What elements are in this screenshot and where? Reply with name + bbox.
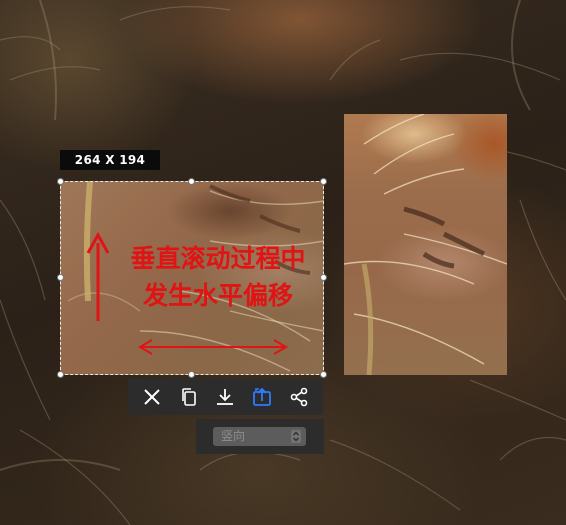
copy-icon xyxy=(182,388,196,406)
resize-handle-top-left[interactable] xyxy=(57,178,64,185)
resize-handle-bottom-right[interactable] xyxy=(320,371,327,378)
share-icon xyxy=(290,387,307,407)
annotation-text-line1: 垂直滚动过程中 xyxy=(130,244,306,273)
preview-fur-image xyxy=(344,114,507,375)
resize-handle-top-right[interactable] xyxy=(320,178,327,185)
resize-handle-left[interactable] xyxy=(57,274,64,281)
selection-size-label: 264 X 194 xyxy=(60,150,160,170)
download-icon xyxy=(217,389,234,405)
scroll-direction-select[interactable]: 竖向 xyxy=(213,427,306,446)
resize-handle-right[interactable] xyxy=(320,274,327,281)
scroll-capture-preview xyxy=(344,114,507,375)
close-icon xyxy=(144,389,161,405)
download-button[interactable] xyxy=(212,384,238,410)
copy-button[interactable] xyxy=(176,384,202,410)
share-button[interactable] xyxy=(286,384,312,410)
resize-handle-bottom[interactable] xyxy=(188,371,195,378)
close-button[interactable] xyxy=(139,384,165,410)
scroll-direction-panel: 竖向 xyxy=(196,419,324,454)
annotation-text-line2: 发生水平偏移 xyxy=(142,281,293,310)
scroll-capture-icon xyxy=(253,387,271,406)
resize-handle-top[interactable] xyxy=(188,178,195,185)
capture-toolbar xyxy=(128,379,323,415)
scroll-capture-button[interactable] xyxy=(249,384,275,410)
resize-handle-bottom-left[interactable] xyxy=(57,371,64,378)
chevron-updown-icon xyxy=(291,430,301,443)
scroll-direction-value: 竖向 xyxy=(221,429,246,443)
